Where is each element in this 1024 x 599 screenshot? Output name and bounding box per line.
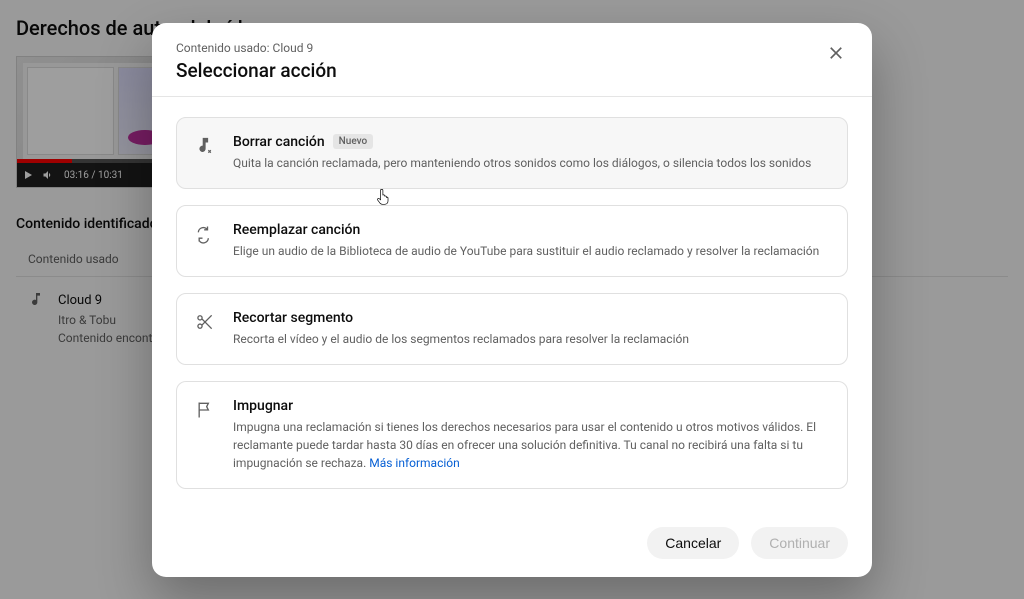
close-button[interactable] bbox=[824, 41, 848, 65]
cancel-button[interactable]: Cancelar bbox=[647, 527, 739, 559]
option-title: Borrar canción bbox=[233, 134, 325, 150]
option-title: Recortar segmento bbox=[233, 310, 353, 326]
continue-button[interactable]: Continuar bbox=[751, 527, 848, 559]
modal-subtitle: Contenido usado: Cloud 9 bbox=[176, 41, 337, 55]
modal-title: Seleccionar acción bbox=[176, 59, 337, 82]
option-dispute[interactable]: Impugnar Impugna una reclamación si tien… bbox=[176, 381, 848, 489]
modal-overlay: Contenido usado: Cloud 9 Seleccionar acc… bbox=[0, 0, 1024, 599]
option-erase-song[interactable]: Borrar canción Nuevo Quita la canción re… bbox=[176, 117, 848, 189]
music-cut-icon bbox=[195, 136, 215, 156]
more-info-link[interactable]: Más información bbox=[369, 456, 460, 470]
replace-icon bbox=[195, 224, 215, 244]
option-trim-segment[interactable]: Recortar segmento Recorta el vídeo y el … bbox=[176, 293, 848, 365]
option-description: Impugna una reclamación si tienes los de… bbox=[233, 418, 829, 472]
close-icon bbox=[826, 43, 846, 63]
scissors-icon bbox=[195, 312, 215, 332]
flag-icon bbox=[195, 400, 215, 420]
option-replace-song[interactable]: Reemplazar canción Elige un audio de la … bbox=[176, 205, 848, 277]
option-description: Recorta el vídeo y el audio de los segme… bbox=[233, 330, 829, 348]
option-description: Elige un audio de la Biblioteca de audio… bbox=[233, 242, 829, 260]
option-description: Quita la canción reclamada, pero manteni… bbox=[233, 154, 829, 172]
option-title: Reemplazar canción bbox=[233, 222, 360, 238]
modal-header: Contenido usado: Cloud 9 Seleccionar acc… bbox=[152, 23, 872, 97]
select-action-modal: Contenido usado: Cloud 9 Seleccionar acc… bbox=[152, 23, 872, 577]
new-badge: Nuevo bbox=[333, 134, 374, 149]
option-title: Impugnar bbox=[233, 398, 293, 414]
modal-footer: Cancelar Continuar bbox=[152, 513, 872, 577]
